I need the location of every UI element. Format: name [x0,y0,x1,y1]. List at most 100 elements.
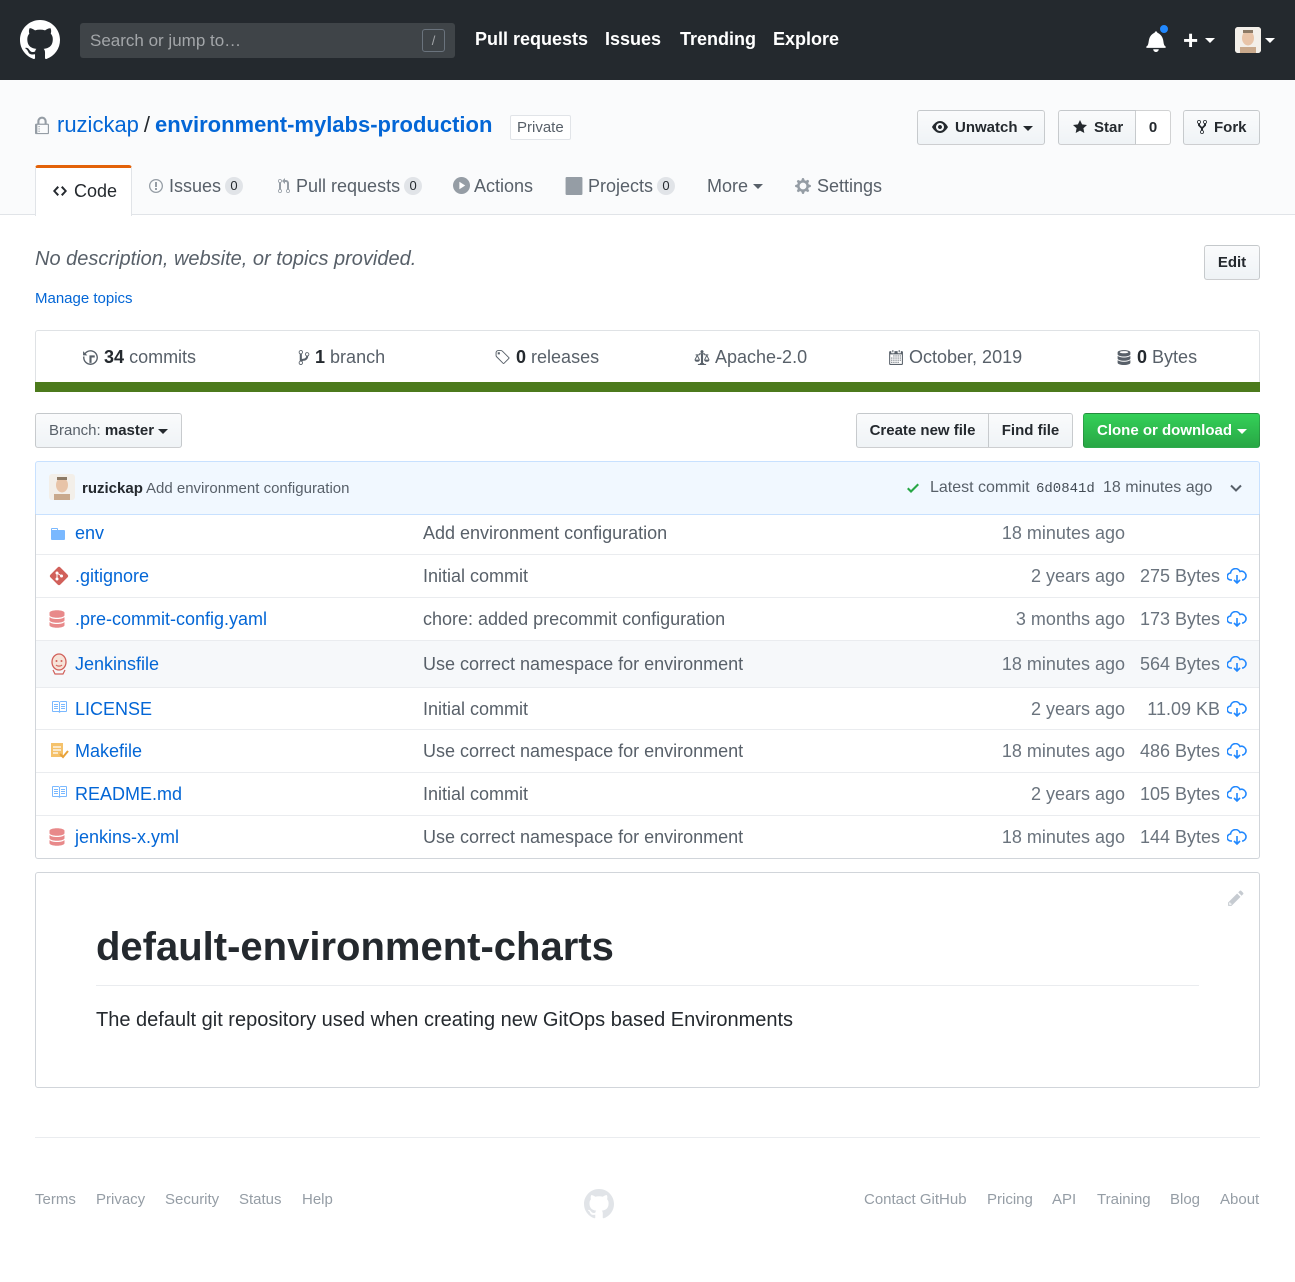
download-cloud-icon[interactable] [1227,701,1247,717]
avatar-face-icon [49,474,75,500]
footer-link-terms[interactable]: Terms [35,1191,76,1208]
commit-author-avatar[interactable] [49,474,75,500]
file-name[interactable]: .pre-commit-config.yaml [75,609,267,630]
footer-link-status[interactable]: Status [239,1191,282,1208]
file-commit-message[interactable]: Use correct namespace for environment [423,827,743,848]
branch-stat[interactable]: 1 branch [298,347,385,368]
tab-actions[interactable]: Actions [453,176,533,206]
nav-issues[interactable]: Issues [605,29,661,50]
commits-stat[interactable]: 34 commits [82,347,196,368]
check-icon[interactable] [906,480,920,496]
github-logo-icon[interactable] [584,1189,614,1219]
file-row[interactable]: .gitignore Initial commit 2 years ago 27… [36,554,1259,597]
star-button[interactable]: Star [1058,110,1136,145]
tab-issues[interactable]: Issues 0 [148,176,244,206]
clone-download-button[interactable]: Clone or download [1083,413,1260,448]
file-name[interactable]: env [75,523,104,544]
git-icon [49,566,69,586]
download-cloud-icon[interactable] [1227,786,1247,802]
notification-indicator [1158,23,1170,35]
file-row[interactable]: Makefile Use correct namespace for envir… [36,729,1259,772]
readme-body: The default git repository used when cre… [96,1009,794,1031]
nav-pull-requests[interactable]: Pull requests [475,29,588,50]
tab-more[interactable]: More [707,176,764,206]
branch-select-button[interactable]: Branch: master [35,413,182,448]
star-count[interactable]: 0 [1136,110,1171,145]
file-row[interactable]: README.md Initial commit 2 years ago 105… [36,772,1259,815]
license-stat[interactable]: Apache-2.0 [693,347,807,368]
file-name[interactable]: README.md [75,784,182,805]
download-cloud-icon[interactable] [1227,568,1247,584]
file-commit-message[interactable]: Initial commit [423,784,528,805]
file-commit-message[interactable]: chore: added precommit configuration [423,609,725,630]
file-name[interactable]: .gitignore [75,566,149,587]
download-cloud-icon[interactable] [1227,656,1247,672]
file-commit-message[interactable]: Initial commit [423,566,528,587]
file-list: env Add environment configuration 18 min… [35,514,1260,859]
file-name[interactable]: Jenkinsfile [75,654,159,675]
file-row[interactable]: LICENSE Initial commit 2 years ago 11.09… [36,687,1259,729]
footer-link-about[interactable]: About [1220,1191,1259,1208]
repo-description: No description, website, or topics provi… [35,248,417,270]
footer-link-privacy[interactable]: Privacy [96,1191,145,1208]
search-shortcut-key: / [422,29,445,52]
download-cloud-icon[interactable] [1227,743,1247,759]
footer-link-api[interactable]: API [1052,1191,1076,1208]
unwatch-button[interactable]: Unwatch [917,110,1045,145]
find-file-button[interactable]: Find file [988,413,1073,448]
file-age: 2 years ago [1030,699,1125,719]
file-commit-message[interactable]: Use correct namespace for environment [423,654,743,675]
tab-pull-requests[interactable]: Pull requests 0 [277,176,423,206]
tab-projects[interactable]: Projects 0 [565,176,676,206]
tab-code[interactable]: Code [35,165,132,216]
file-row[interactable]: Jenkinsfile Use correct namespace for en… [36,640,1259,687]
commit-author[interactable]: ruzickap [82,480,143,497]
create-file-button[interactable]: Create new file [856,413,989,448]
projects-count: 0 [657,177,676,195]
file-name[interactable]: Makefile [75,741,142,762]
file-name[interactable]: jenkins-x.yml [75,827,179,848]
nav-explore[interactable]: Explore [773,29,839,50]
edit-description-button[interactable]: Edit [1204,245,1260,280]
repo-owner-link[interactable]: ruzickap [57,112,139,137]
releases-stat[interactable]: 0 releases [494,347,599,368]
file-commit-message[interactable]: Add environment configuration [423,523,667,544]
file-commit-message[interactable]: Initial commit [423,699,528,720]
commit-sha[interactable]: 6d0841d [1036,481,1095,497]
file-name[interactable]: LICENSE [75,699,152,720]
file-age: 2 years ago [1030,784,1125,804]
pencil-icon[interactable] [1227,889,1245,907]
download-cloud-icon[interactable] [1227,829,1247,845]
footer-link-blog[interactable]: Blog [1170,1191,1200,1208]
footer-link-help[interactable]: Help [302,1191,333,1208]
commit-message[interactable]: Add environment configuration [146,480,349,497]
file-row[interactable]: env Add environment configuration 18 min… [36,514,1259,554]
chevron-down-icon[interactable] [1230,482,1242,494]
language-bar[interactable] [35,382,1260,392]
book-icon [52,786,67,798]
footer-link-contact[interactable]: Contact GitHub [864,1191,967,1208]
footer-link-security[interactable]: Security [165,1191,219,1208]
search-input[interactable] [80,23,410,58]
github-logo-icon[interactable] [20,20,60,60]
manage-topics-link[interactable]: Manage topics [35,290,133,307]
repo-name-link[interactable]: environment-mylabs-production [155,112,492,137]
tab-settings[interactable]: Settings [794,176,882,206]
fork-label: Fork [1214,119,1247,136]
nav-trending[interactable]: Trending [680,29,756,50]
file-age: 3 months ago [1015,609,1125,629]
fork-button[interactable]: Fork [1183,110,1260,145]
tab-actions-label: Actions [474,176,534,196]
plus-icon[interactable]: + [1183,27,1198,53]
file-age: 18 minutes ago [1001,741,1125,761]
file-row[interactable]: .pre-commit-config.yaml chore: added pre… [36,597,1259,640]
branch-name: master [104,422,155,439]
repo-separator: / [143,112,151,137]
user-avatar[interactable] [1235,27,1261,53]
file-row[interactable]: jenkins-x.yml Use correct namespace for … [36,815,1259,858]
download-cloud-icon[interactable] [1227,611,1247,627]
footer-link-pricing[interactable]: Pricing [987,1191,1033,1208]
pull-request-icon [278,178,290,193]
file-commit-message[interactable]: Use correct namespace for environment [423,741,743,762]
footer-link-training[interactable]: Training [1097,1191,1151,1208]
